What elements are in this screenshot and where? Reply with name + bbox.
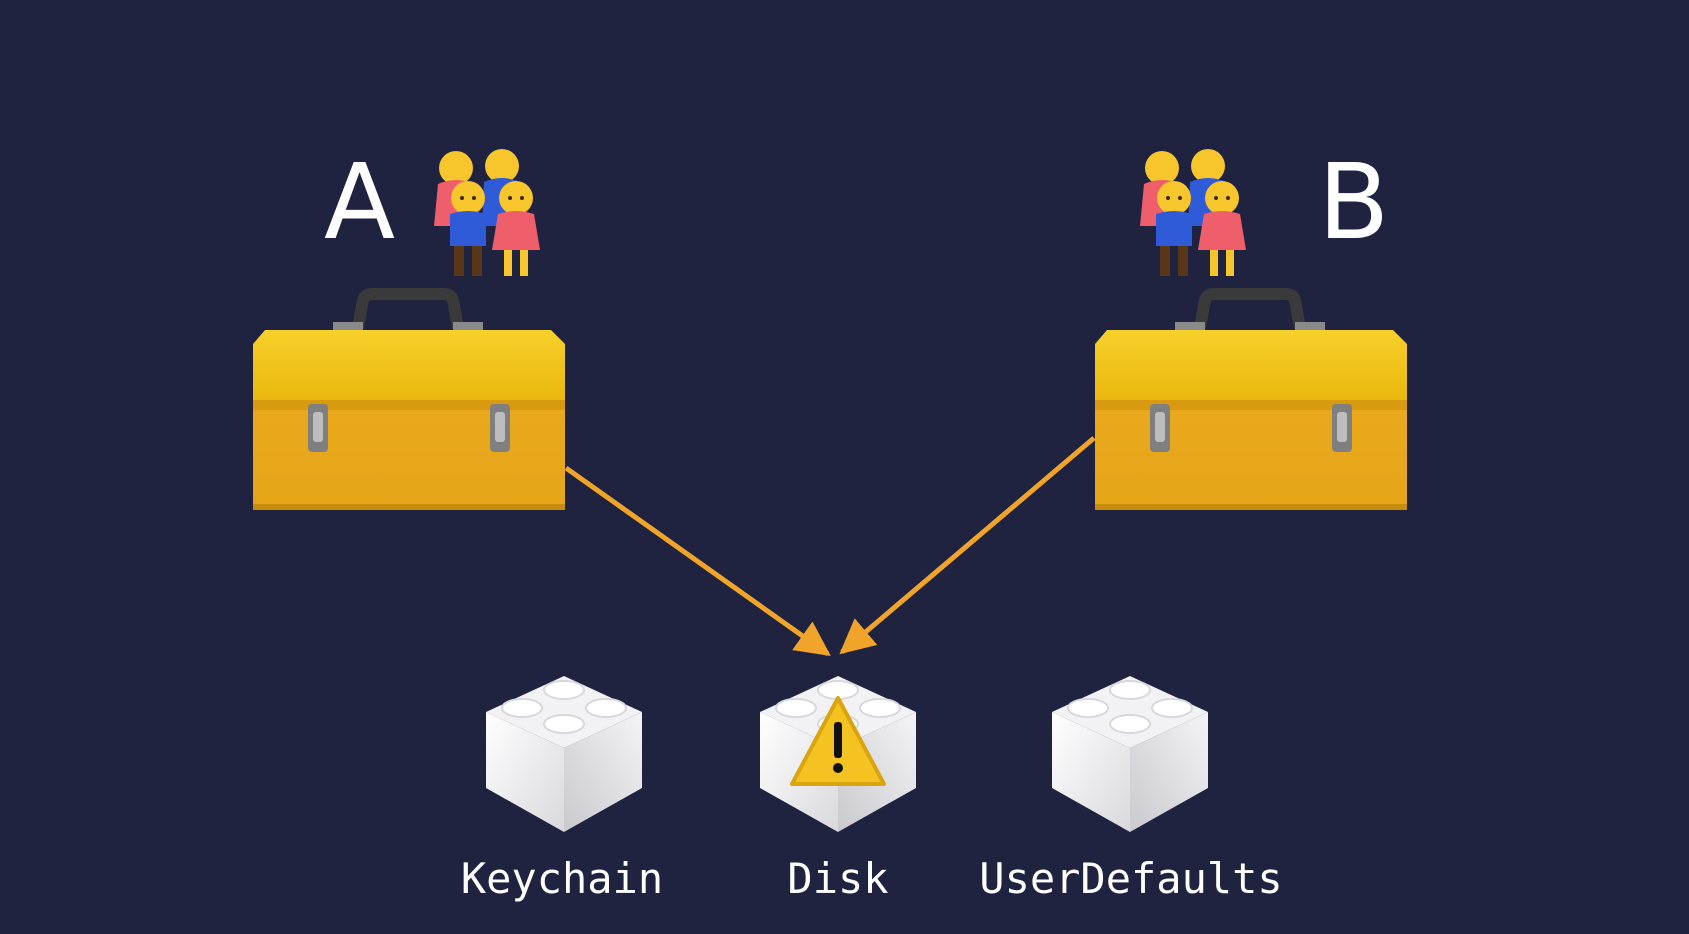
- toolbox-icon: [253, 294, 565, 510]
- family-icon: [1140, 149, 1246, 276]
- toolbox-icon: [1095, 294, 1407, 510]
- userdefaults-label: UserDefaults: [979, 854, 1283, 903]
- diagram-graphics: [0, 149, 1689, 833]
- keychain-label: Keychain: [460, 854, 664, 903]
- app-a-label: A: [324, 141, 396, 263]
- family-icon: [434, 149, 540, 276]
- lego-brick-icon: [485, 675, 643, 833]
- arrow-a-to-disk: [564, 465, 831, 657]
- lego-brick-icon: [1051, 675, 1209, 833]
- disk-label: Disk: [787, 854, 889, 903]
- arrow-b-to-disk: [839, 436, 1096, 655]
- app-b-label: B: [1318, 141, 1390, 263]
- diagram-canvas: A B Keychain Disk UserDefaults: [0, 0, 1689, 934]
